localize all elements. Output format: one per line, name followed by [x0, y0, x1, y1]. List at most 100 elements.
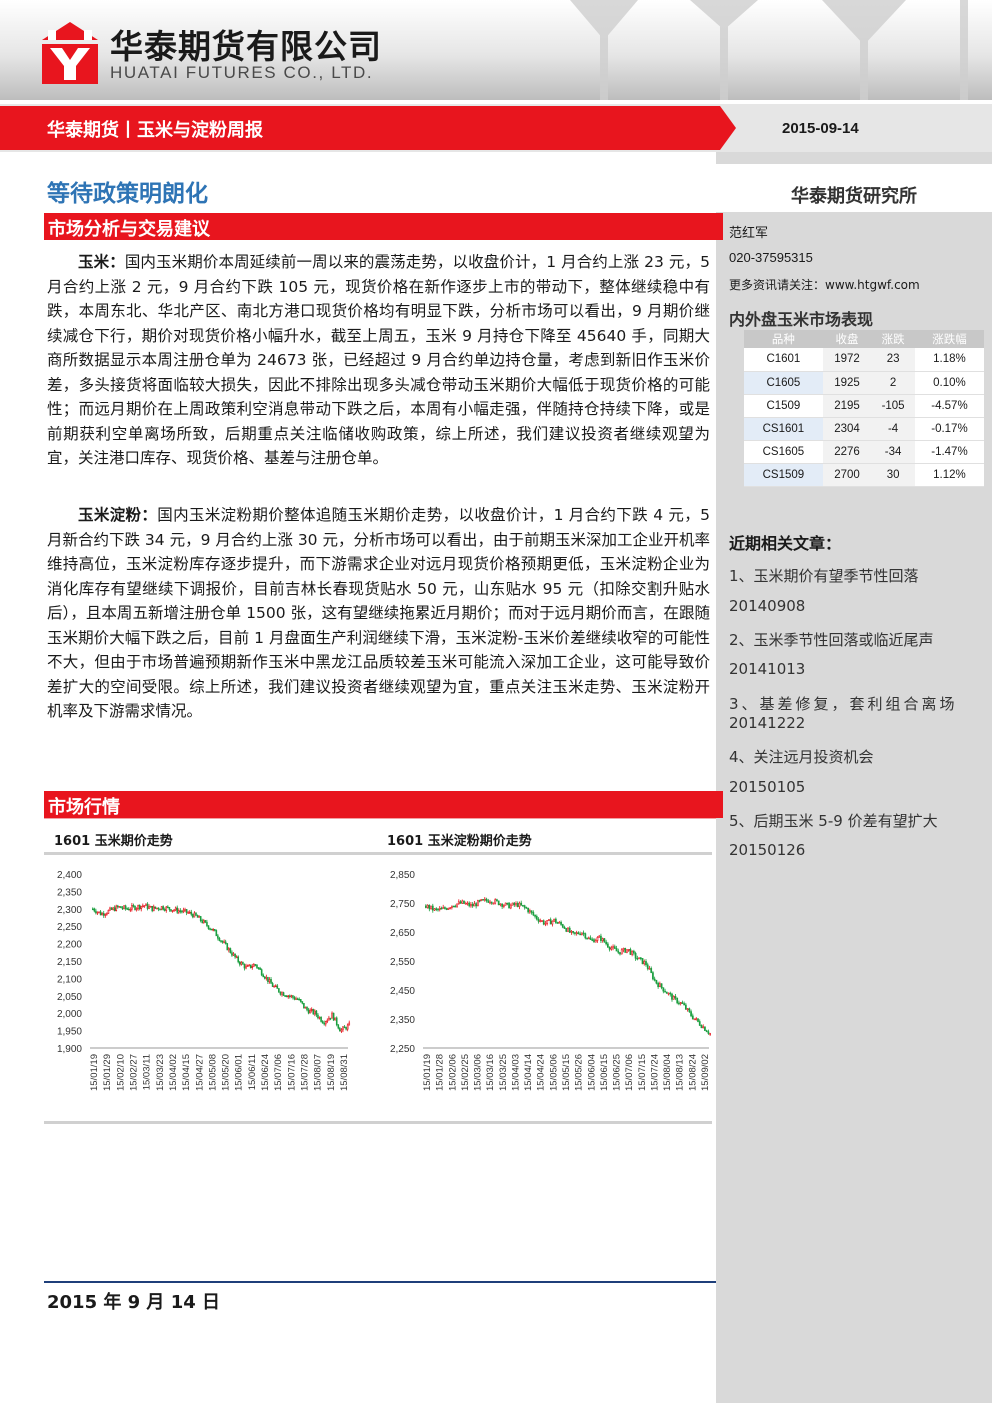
related-article-date: 20141013 [729, 660, 806, 678]
related-article-link[interactable]: 3、基差修复，套利组合离场 [729, 693, 958, 714]
related-article-link[interactable]: 2、玉米季节性回落或临近尾声 [729, 629, 934, 650]
candle-body [678, 1002, 680, 1005]
y-tick-label: 2,150 [57, 957, 82, 968]
candle-body [561, 924, 564, 928]
candle-body [126, 908, 128, 910]
candle-body [541, 920, 543, 923]
candle-body [437, 908, 439, 911]
x-tick-label: 15/07/06 [624, 1054, 635, 1091]
table-cell: C1605 [744, 371, 823, 395]
candle-body [167, 906, 169, 909]
x-tick-label: 15/07/15 [637, 1054, 648, 1091]
candle-body [106, 913, 108, 915]
candle-body [452, 905, 455, 908]
candle-body [428, 904, 431, 910]
candle-body [681, 1002, 684, 1004]
candle-body [622, 947, 625, 951]
candle-body [118, 906, 121, 908]
candle-body [127, 908, 130, 911]
candle-body [627, 949, 630, 951]
candle-body [475, 903, 477, 907]
candle-body [503, 904, 505, 907]
candle-body [140, 905, 143, 910]
table-cell: 23 [871, 348, 915, 372]
candle-body [617, 950, 620, 953]
table-cell: -4 [871, 417, 915, 441]
chart-title: 1601 玉米淀粉期价走势 [387, 834, 532, 849]
candle-body [464, 902, 467, 905]
candle-body [93, 908, 96, 912]
candle-body [204, 920, 207, 923]
candle-body [646, 964, 649, 969]
candle-body [262, 974, 265, 978]
candle-body [238, 961, 241, 965]
table-cell: -4.57% [914, 394, 984, 418]
candle-body [499, 903, 502, 906]
candle-body [154, 906, 157, 909]
candle-body [187, 912, 189, 914]
candle-body [709, 1033, 712, 1035]
candle-body [676, 997, 679, 1004]
candle-body [329, 1017, 332, 1020]
candle-body [456, 903, 458, 907]
candle-body [134, 905, 136, 910]
candle-body [217, 935, 219, 939]
candle-body [254, 964, 257, 966]
candle-body [459, 901, 462, 904]
candle-body [548, 919, 550, 921]
related-article-link[interactable]: 5、后期玉米 5-9 价差有望扩大 [729, 810, 938, 831]
x-tick-label: 15/06/11 [247, 1054, 258, 1090]
candle-body [251, 966, 254, 968]
candle-body [532, 912, 535, 916]
candle-body [632, 950, 635, 954]
candle-body [520, 902, 523, 906]
candle-body [593, 939, 595, 943]
candle-body [449, 907, 451, 910]
candle-body [492, 902, 495, 905]
candle-body [179, 910, 182, 912]
table-cell: 1.12% [914, 463, 984, 487]
candle-body [124, 905, 127, 909]
candle-body [669, 992, 672, 995]
related-article-link[interactable]: 4、关注远月投资机会 [729, 746, 874, 767]
candle-body [298, 998, 300, 1001]
candle-body [240, 962, 243, 965]
candle-body [293, 997, 296, 1000]
candle-body [348, 1022, 351, 1026]
candle-body [102, 913, 105, 916]
candle-body [624, 947, 627, 953]
x-tick-label: 15/04/02 [168, 1054, 179, 1091]
table-row: C1605 1925 2 0.10% [744, 371, 984, 395]
candle-body [494, 899, 497, 904]
candle-body [160, 906, 163, 910]
candle-body [249, 964, 252, 968]
candle-body [206, 921, 208, 926]
x-tick-label: 15/05/06 [548, 1054, 559, 1091]
x-tick-label: 15/01/29 [102, 1054, 113, 1091]
candle-body [296, 998, 299, 1001]
candle-body [445, 908, 448, 910]
section-divider [44, 818, 716, 819]
y-tick-label: 2,400 [57, 870, 82, 881]
candle-body [530, 910, 533, 913]
candle-body [157, 907, 160, 910]
candle-body [129, 909, 132, 911]
candle-body [511, 902, 514, 906]
candle-body [171, 910, 174, 912]
table-header: 收盘 [822, 330, 872, 348]
y-tick-label: 2,050 [57, 992, 82, 1003]
candle-body [641, 958, 644, 965]
candle-body [264, 976, 266, 979]
candle-body [278, 988, 280, 993]
company-name-en: HUATAI FUTURES CO., LTD. [110, 63, 374, 82]
candle-body [178, 910, 180, 913]
chart-rule [377, 1121, 712, 1124]
footer-date: 2015 年 9 月 14 日 [47, 1292, 221, 1313]
table-cell: 2195 [822, 394, 872, 418]
candle-body [190, 911, 193, 915]
company-logo [42, 22, 98, 84]
x-tick-label: 15/01/19 [422, 1054, 433, 1091]
related-article-link[interactable]: 1、玉米期价有望季节性回落 [729, 565, 919, 586]
candle-body [586, 937, 588, 940]
more-info-link[interactable]: 更多资讯请关注：www.htgwf.com [729, 276, 920, 293]
